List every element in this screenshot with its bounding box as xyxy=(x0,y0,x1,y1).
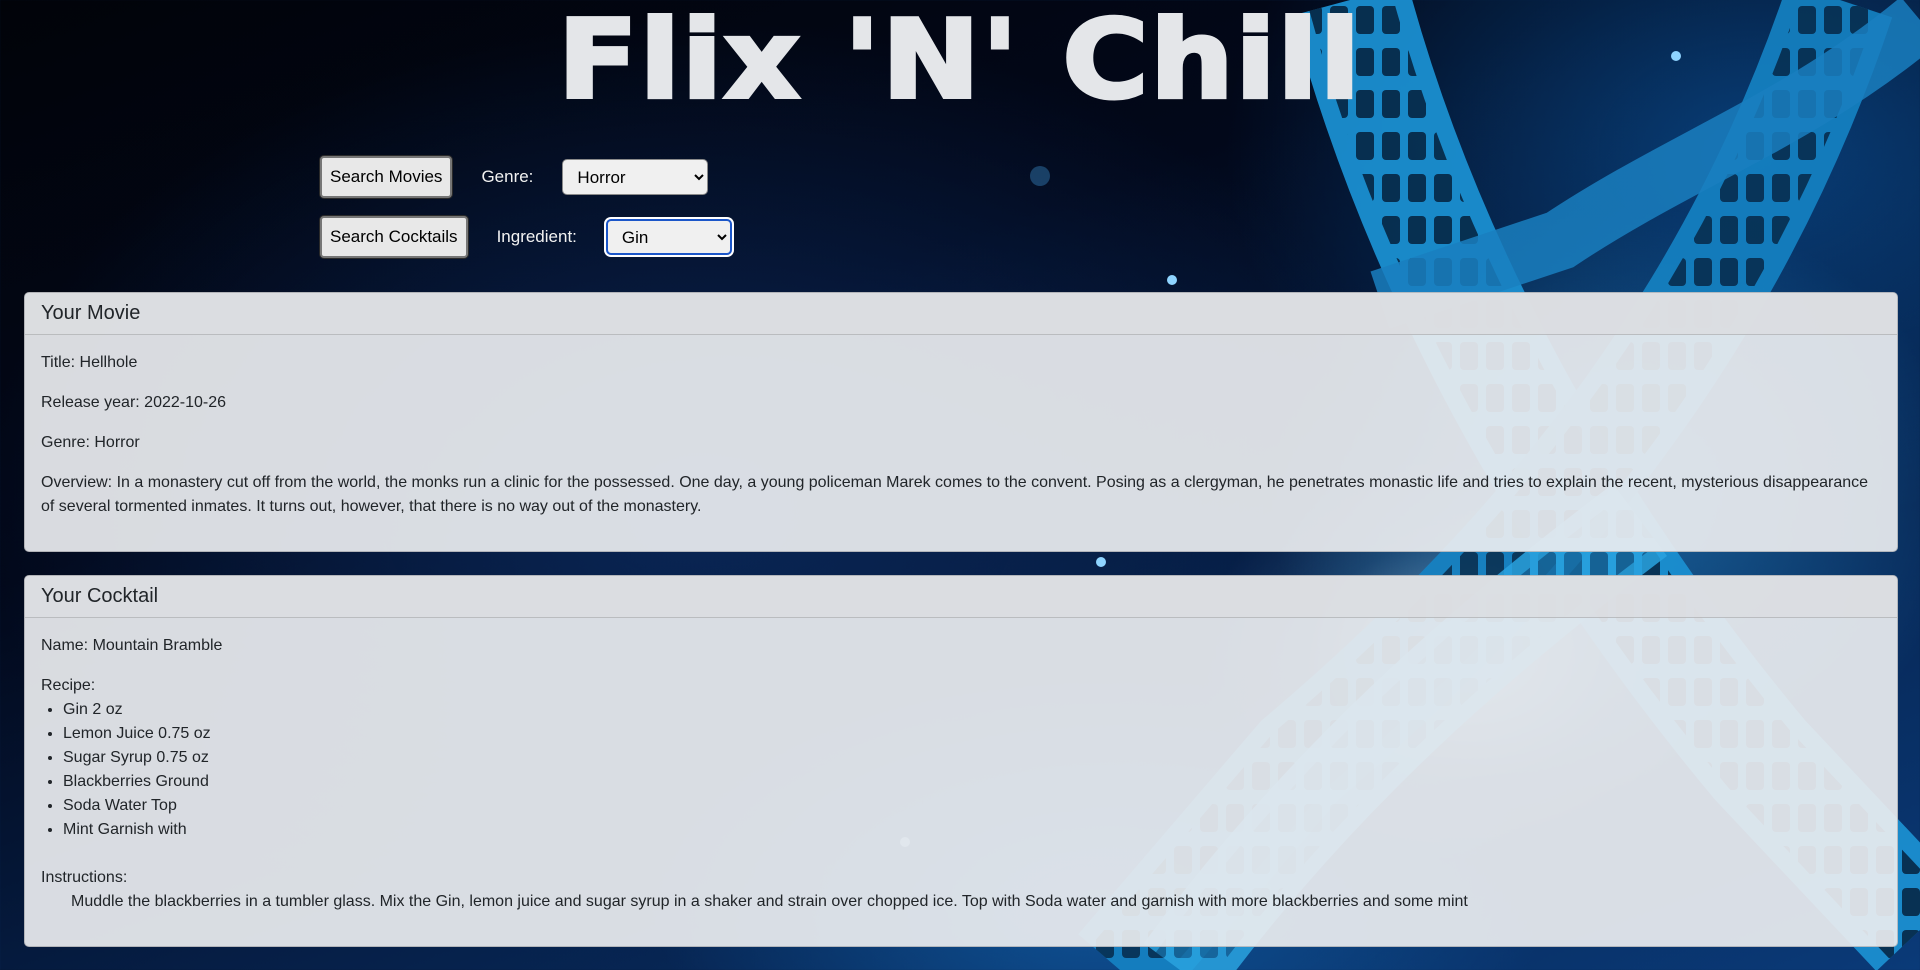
recipe-item: Lemon Juice 0.75 oz xyxy=(63,722,1881,746)
movie-genre-label: Genre: xyxy=(41,434,90,451)
recipe-item: Sugar Syrup 0.75 oz xyxy=(63,746,1881,770)
app-title: Flix 'N' Chill xyxy=(556,0,1362,123)
movie-overview-line: Overview: In a monastery cut off from th… xyxy=(41,471,1881,519)
recipe-item: Mint Garnish with xyxy=(63,818,1881,842)
cocktail-card: Your Cocktail Name: Mountain Bramble Rec… xyxy=(24,575,1898,947)
instructions-text: Muddle the blackberries in a tumbler gla… xyxy=(71,893,1468,910)
search-movies-button[interactable]: Search Movies xyxy=(320,156,453,198)
movie-title-label: Title: xyxy=(41,354,76,371)
movie-title-value: Hellhole xyxy=(79,354,138,371)
recipe-item: Soda Water Top xyxy=(63,794,1881,818)
movie-release-value: 2022-10-26 xyxy=(144,394,227,411)
recipe-list: Gin 2 oz Lemon Juice 0.75 oz Sugar Syrup… xyxy=(41,698,1881,842)
movie-overview-value: In a monastery cut off from the world, t… xyxy=(41,474,1869,515)
cocktail-name-label: Name: xyxy=(41,637,89,654)
ingredient-select[interactable]: Gin xyxy=(605,219,732,255)
instructions-label: Instructions: xyxy=(41,869,128,886)
cocktail-card-heading: Your Cocktail xyxy=(25,576,1897,618)
search-cocktails-button[interactable]: Search Cocktails xyxy=(320,216,468,258)
cocktail-card-body: Name: Mountain Bramble Recipe: Gin 2 oz … xyxy=(25,618,1897,914)
movie-overview-label: Overview: xyxy=(41,474,113,491)
cocktail-search-row: Search Cocktails Ingredient: Gin xyxy=(320,215,732,259)
movie-title-line: Title: Hellhole xyxy=(41,351,1881,375)
movie-release-line: Release year: 2022-10-26 xyxy=(41,391,1881,415)
cocktail-name-line: Name: Mountain Bramble xyxy=(41,634,1881,658)
movie-card-body: Title: Hellhole Release year: 2022-10-26… xyxy=(25,335,1897,519)
recipe-label: Recipe: xyxy=(41,677,96,694)
movie-release-label: Release year: xyxy=(41,394,140,411)
recipe-item: Blackberries Ground xyxy=(63,770,1881,794)
genre-label: Genre: xyxy=(481,167,534,186)
recipe-item: Gin 2 oz xyxy=(63,698,1881,722)
cocktail-name-value: Mountain Bramble xyxy=(92,637,223,654)
movie-card: Your Movie Title: Hellhole Release year:… xyxy=(24,292,1898,552)
genre-select[interactable]: Horror xyxy=(562,159,709,195)
movie-card-heading: Your Movie xyxy=(25,293,1897,335)
ingredient-label: Ingredient: xyxy=(496,227,577,246)
movie-genre-line: Genre: Horror xyxy=(41,431,1881,455)
movie-search-row: Search Movies Genre: Horror xyxy=(320,155,709,199)
movie-genre-value: Horror xyxy=(94,434,140,451)
